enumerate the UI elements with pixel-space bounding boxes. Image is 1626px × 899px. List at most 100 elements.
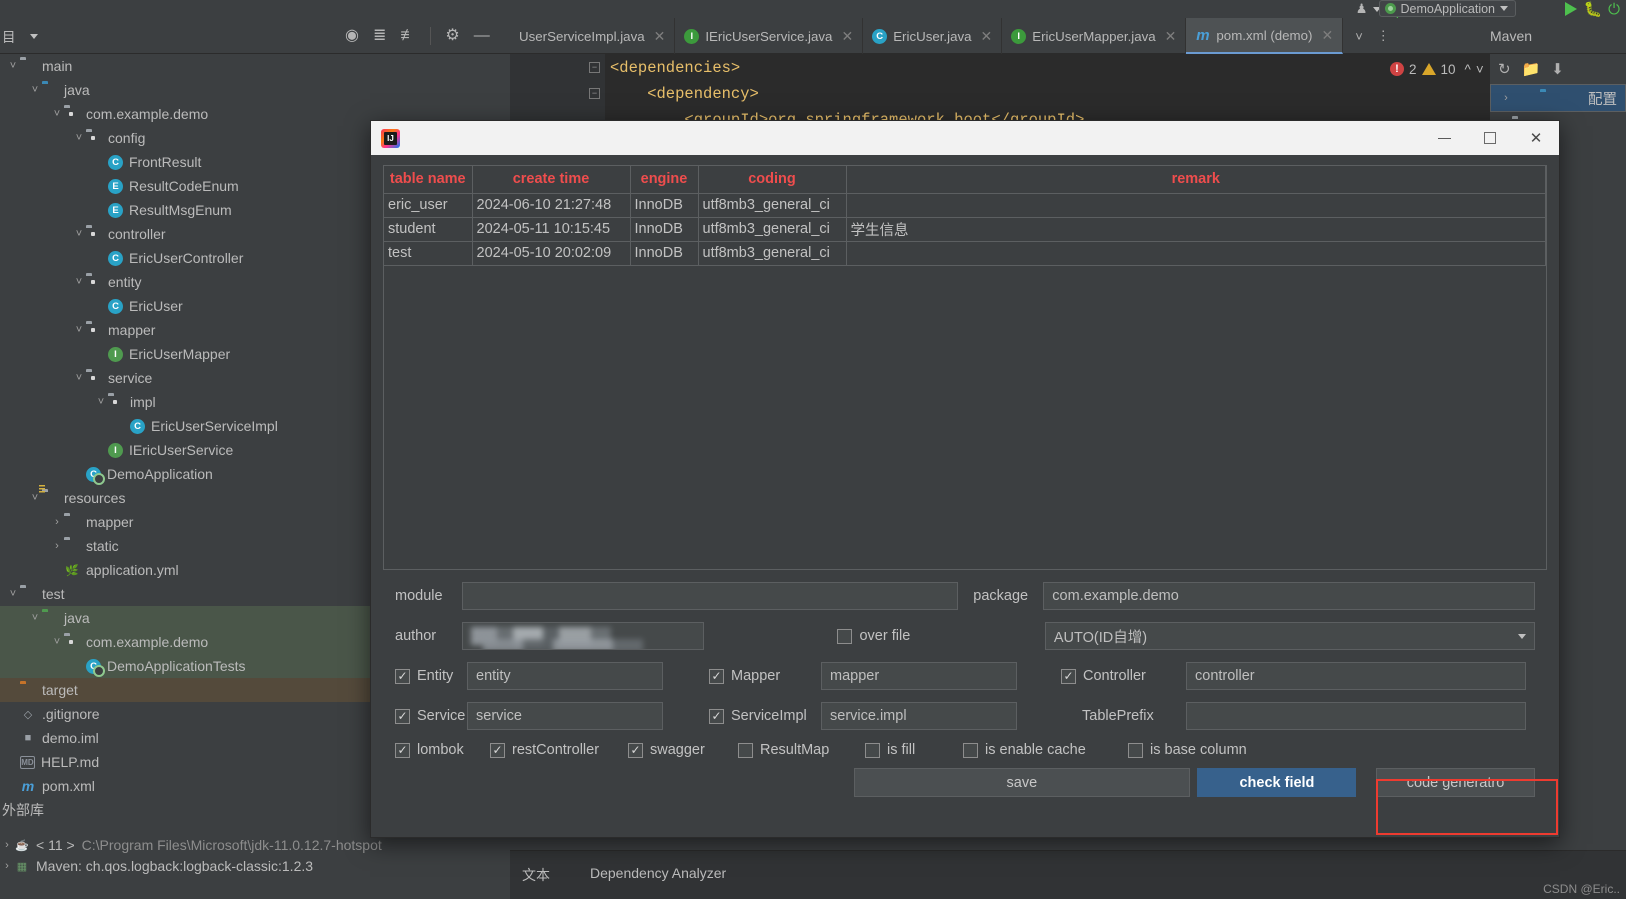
- tree-node[interactable]: I IEricUserService: [0, 438, 370, 462]
- tree-node[interactable]: ˅ mapper: [0, 318, 370, 342]
- tree-node[interactable]: ˅ config: [0, 126, 370, 150]
- package-input[interactable]: com.example.demo: [1043, 582, 1535, 610]
- tree-expand-arrow-icon[interactable]: ˅: [50, 108, 64, 120]
- tree-expand-arrow-icon[interactable]: ˅: [6, 588, 20, 600]
- tree-expand-arrow-icon[interactable]: ˅: [72, 372, 86, 384]
- serviceimpl-package-input[interactable]: service.impl: [821, 702, 1017, 730]
- expand-arrow-icon[interactable]: ›: [0, 839, 14, 851]
- tab-more-options-icon[interactable]: ⋮: [1377, 28, 1390, 44]
- tableprefix-input[interactable]: [1186, 702, 1526, 730]
- run-configuration-selector[interactable]: DemoApplication: [1378, 0, 1516, 17]
- tree-node[interactable]: C FrontResult: [0, 150, 370, 174]
- run-with-coverage-icon[interactable]: ⏻: [1608, 1, 1620, 18]
- tree-expand-arrow-icon[interactable]: ˅: [28, 612, 42, 624]
- tree-expand-arrow-icon[interactable]: ˅: [50, 636, 64, 648]
- isfill-checkbox-box[interactable]: [865, 742, 880, 758]
- dialog-title-bar[interactable]: ✕: [371, 121, 1559, 155]
- locate-target-icon[interactable]: ◉: [345, 28, 359, 44]
- maven-tree-node[interactable]: › 配置: [1490, 84, 1626, 112]
- tree-node[interactable]: C EricUserController: [0, 246, 370, 270]
- tree-node[interactable]: ˅ com.example.demo: [0, 630, 370, 654]
- code-generator-dialog[interactable]: ✕ table name create time engine coding r…: [370, 120, 1560, 838]
- table-row[interactable]: test 2024-05-10 20:02:09 InnoDB utf8mb3_gen…: [384, 241, 1546, 266]
- close-button[interactable]: ✕: [1513, 121, 1559, 155]
- tree-node[interactable]: ˅ impl: [0, 390, 370, 414]
- over-file-checkbox[interactable]: over file: [837, 628, 1044, 644]
- dock-item-dependency-analyzer[interactable]: Dependency Analyzer: [590, 865, 726, 881]
- tree-node[interactable]: ■ demo.iml: [0, 726, 370, 750]
- entity-checkbox-box[interactable]: [395, 668, 410, 684]
- run-button[interactable]: [1565, 2, 1578, 16]
- mapper-checkbox-box[interactable]: [709, 668, 724, 684]
- tab-close-icon[interactable]: ✕: [654, 28, 666, 45]
- reload-icon[interactable]: ↻: [1498, 60, 1511, 78]
- controller-checkbox[interactable]: Controller: [1061, 668, 1186, 684]
- swagger-checkbox[interactable]: swagger: [628, 742, 738, 758]
- tab-eric-user-mapper[interactable]: I EricUserMapper.java ✕: [1002, 18, 1187, 54]
- column-header-engine[interactable]: engine: [630, 166, 699, 194]
- tree-expand-arrow-icon[interactable]: ˅: [72, 132, 86, 144]
- lombok-checkbox[interactable]: lombok: [395, 742, 490, 758]
- minimize-button[interactable]: [1421, 121, 1467, 155]
- isenablecache-checkbox-box[interactable]: [963, 742, 978, 758]
- expand-all-icon[interactable]: ≣: [373, 28, 386, 44]
- tree-node[interactable]: C DemoApplicationTests: [0, 654, 370, 678]
- id-type-select[interactable]: AUTO(ID自增): [1044, 622, 1535, 650]
- tab-pom-xml[interactable]: m pom.xml (demo) ✕: [1186, 18, 1344, 54]
- code-fold-icon[interactable]: −: [589, 62, 600, 73]
- tree-expand-arrow-icon[interactable]: ˅: [72, 228, 86, 240]
- tree-node[interactable]: m pom.xml: [0, 774, 370, 798]
- restcontroller-checkbox-box[interactable]: [490, 742, 505, 758]
- module-input[interactable]: [462, 582, 959, 610]
- debug-icon[interactable]: 🐛: [1583, 0, 1602, 18]
- inspection-status[interactable]: ! 2 10 ^ ˅: [1390, 54, 1490, 84]
- table-row[interactable]: student 2024-05-11 10:15:45 InnoDB utf8mb3_…: [384, 217, 1546, 242]
- tab-close-icon[interactable]: ✕: [1321, 27, 1333, 44]
- tab-close-icon[interactable]: ✕: [841, 28, 853, 45]
- maven-toolwindow-title[interactable]: Maven: [1490, 18, 1532, 54]
- expand-arrow-icon[interactable]: ›: [0, 860, 14, 872]
- tree-expand-arrow-icon[interactable]: ˅: [72, 324, 86, 336]
- maximize-button[interactable]: [1467, 121, 1513, 155]
- code-fold-icon[interactable]: −: [589, 88, 600, 99]
- mapper-package-input[interactable]: mapper: [821, 662, 1017, 690]
- controller-package-input[interactable]: controller: [1186, 662, 1526, 690]
- tab-ieric-user-service[interactable]: I IEricUserService.java ✕: [675, 18, 864, 54]
- external-libraries-label[interactable]: 外部库: [0, 798, 370, 822]
- tree-node[interactable]: E ResultCodeEnum: [0, 174, 370, 198]
- column-header-remark[interactable]: remark: [846, 166, 1546, 194]
- tree-node[interactable]: ˅ entity: [0, 270, 370, 294]
- tree-node[interactable]: ˅ com.example.demo: [0, 102, 370, 126]
- serviceimpl-checkbox[interactable]: ServiceImpl: [709, 708, 821, 724]
- isbasecolumn-checkbox-box[interactable]: [1128, 742, 1143, 758]
- controller-checkbox-box[interactable]: [1061, 668, 1076, 684]
- project-view-chevron-down-icon[interactable]: [29, 33, 38, 39]
- tree-expand-arrow-icon[interactable]: ˅: [94, 396, 108, 408]
- tab-close-icon[interactable]: ✕: [1165, 28, 1177, 45]
- swagger-checkbox-box[interactable]: [628, 742, 643, 758]
- entity-checkbox[interactable]: Entity: [395, 668, 467, 684]
- download-sources-icon[interactable]: ⬇: [1551, 60, 1564, 78]
- collapse-all-icon[interactable]: ≢: [400, 28, 416, 44]
- tree-expand-arrow-icon[interactable]: ˅: [28, 84, 42, 96]
- tree-node[interactable]: 🌿 application.yml: [0, 558, 370, 582]
- tree-node[interactable]: ˅ service: [0, 366, 370, 390]
- user-avatar-icon[interactable]: ♟: [1356, 1, 1368, 17]
- restcontroller-checkbox[interactable]: restController: [490, 742, 628, 758]
- resultmap-checkbox[interactable]: ResultMap: [738, 742, 865, 758]
- service-checkbox-box[interactable]: [395, 708, 410, 724]
- tree-node[interactable]: ◇ .gitignore: [0, 702, 370, 726]
- tree-node[interactable]: C EricUser: [0, 294, 370, 318]
- tree-node[interactable]: ˅ controller: [0, 222, 370, 246]
- project-tree[interactable]: ˅ main ˅ java ˅ com.example.demo ˅ config C Front…: [0, 54, 370, 827]
- isenablecache-checkbox[interactable]: is enable cache: [963, 742, 1128, 758]
- column-header-coding[interactable]: coding: [698, 166, 847, 194]
- column-header-create-time[interactable]: create time: [472, 166, 631, 194]
- tree-node[interactable]: target: [0, 678, 370, 702]
- table-list-panel[interactable]: table name create time engine coding rem…: [383, 165, 1547, 570]
- tab-eric-user[interactable]: C EricUser.java ✕: [863, 18, 1003, 54]
- tree-node[interactable]: ˅ resources: [0, 486, 370, 510]
- maven-library-row[interactable]: › ▦ Maven: ch.qos.logback:logback-classi…: [0, 851, 520, 881]
- tree-node[interactable]: E ResultMsgEnum: [0, 198, 370, 222]
- column-header-table-name[interactable]: table name: [384, 166, 473, 194]
